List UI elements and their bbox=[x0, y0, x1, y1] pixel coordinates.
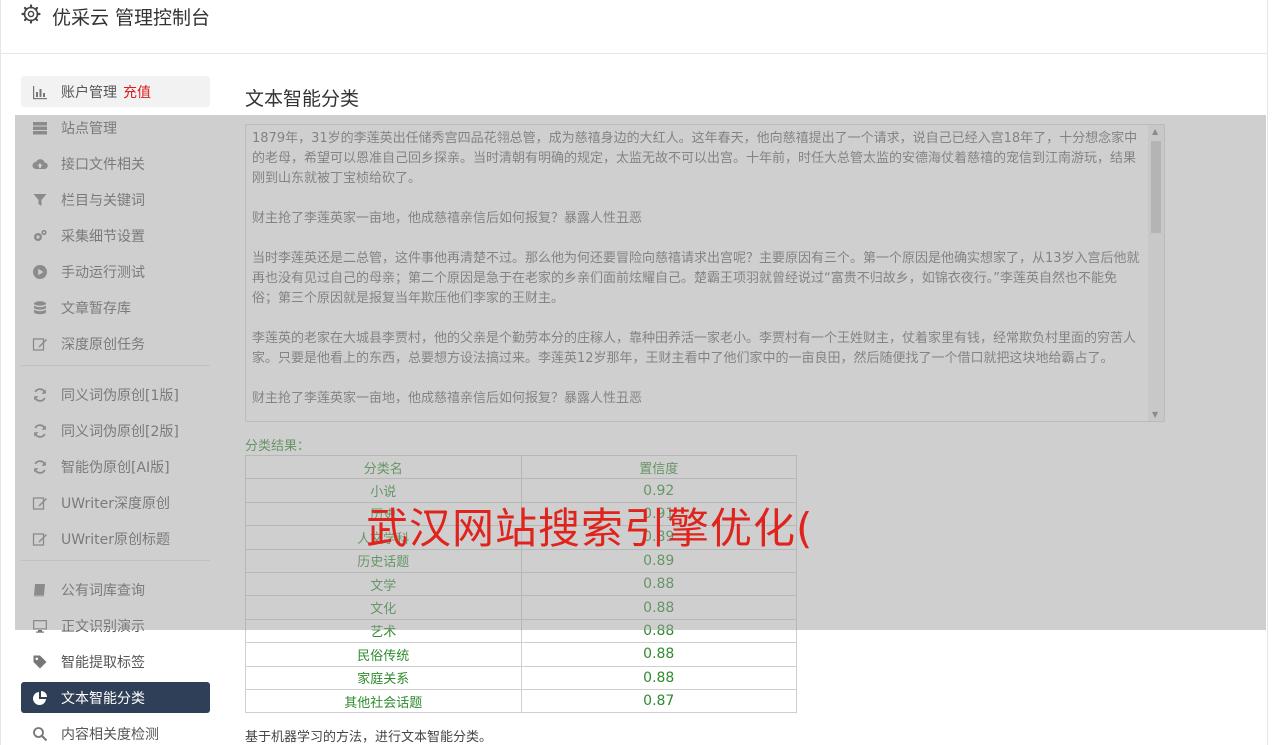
search-icon bbox=[31, 725, 49, 743]
filter-icon bbox=[31, 191, 49, 209]
sidebar-item-5[interactable]: 采集细节设置 bbox=[21, 220, 210, 251]
result-label: 分类结果： bbox=[245, 439, 311, 454]
article-paragraph: 当时李莲英还是二总管，这件事他再清楚不过。那么他为何还要冒险向慈禧请求出宫呢？主… bbox=[252, 251, 1140, 306]
method-note: 基于机器学习的方法，进行文本智能分类。 bbox=[245, 730, 493, 745]
sidebar-item-8[interactable]: 深度原创任务 bbox=[21, 328, 210, 359]
category-cell: 文化 bbox=[245, 595, 522, 620]
sidebar-item-11[interactable]: 智能伪原创[AI版] bbox=[21, 451, 210, 482]
sidebar-item-2[interactable]: 站点管理 bbox=[21, 112, 210, 143]
refresh-icon bbox=[31, 458, 49, 476]
table-row: 家庭关系 0.88 bbox=[245, 665, 797, 690]
table-row: 其他社会话题 0.87 bbox=[245, 688, 797, 714]
article-paragraph: 财主抢了李莲英家一亩地，他成慈禧亲信后如何报复？暴露人性丑恶 bbox=[252, 391, 643, 406]
sidebar-item-label: UWriter原创标题 bbox=[61, 531, 170, 548]
scrollbar-thumb[interactable] bbox=[1151, 141, 1161, 233]
console-title: 优采云 管理控制台 bbox=[52, 7, 211, 29]
sidebar-item-label: 采集细节设置 bbox=[61, 228, 145, 245]
database-icon bbox=[31, 299, 49, 317]
refresh-icon bbox=[31, 422, 49, 440]
sidebar-item-label: 站点管理 bbox=[61, 120, 117, 137]
article-text: 1879年，31岁的李莲英出任储秀宫四品花翎总管，成为慈禧身边的大红人。这年春天… bbox=[252, 129, 1142, 421]
confidence-cell: 0.88 bbox=[520, 642, 797, 667]
sidebar-divider bbox=[21, 365, 210, 366]
sidebar-item-label: 文章暂存库 bbox=[61, 300, 131, 317]
article-paragraph: 1879年，31岁的李莲英出任储秀宫四品花翎总管，成为慈禧身边的大红人。这年春天… bbox=[252, 131, 1138, 186]
confidence-cell: 0.88 bbox=[520, 571, 797, 597]
article-paragraph: 李莲英的老家在大城县李贾村，他的父亲是个勤劳本分的庄稼人，靠种田养活一家老小。李… bbox=[252, 331, 1137, 366]
watermark-text: 武汉网站搜索引擎优化( bbox=[366, 504, 814, 553]
refresh-icon bbox=[31, 386, 49, 404]
sidebar-item-label: 栏目与关键词 bbox=[61, 192, 145, 209]
category-cell: 其他社会话题 bbox=[245, 688, 522, 714]
category-cell: 民俗传统 bbox=[245, 642, 522, 667]
recharge-link[interactable]: 充值 bbox=[123, 82, 151, 102]
server-icon bbox=[31, 119, 49, 137]
table-row: 文学 0.88 bbox=[245, 571, 797, 597]
sidebar-item-label: 同义词伪原创[1版] bbox=[61, 387, 179, 404]
column-header-category: 分类名 bbox=[245, 454, 522, 480]
sidebar-item-label: 公有词库查询 bbox=[61, 582, 145, 599]
bar-chart-icon bbox=[31, 83, 49, 101]
sidebar-divider bbox=[21, 560, 210, 561]
sidebar-item-label: 手动运行测试 bbox=[61, 264, 145, 281]
sidebar-item-1[interactable]: 账户管理 充值 bbox=[21, 76, 210, 107]
category-cell: 家庭关系 bbox=[245, 665, 522, 690]
category-cell: 艺术 bbox=[245, 618, 522, 644]
sidebar-item-18[interactable]: 内容相关度检测 bbox=[21, 718, 210, 745]
confidence-cell: 0.88 bbox=[520, 618, 797, 644]
sidebar-item-17[interactable]: 文本智能分类 bbox=[21, 682, 210, 713]
table-row: 文化 0.88 bbox=[245, 595, 797, 620]
sidebar-item-7[interactable]: 文章暂存库 bbox=[21, 292, 210, 323]
sidebar-item-label: 账户管理 bbox=[61, 84, 117, 101]
sidebar-item-12[interactable]: UWriter深度原创 bbox=[21, 487, 210, 518]
sidebar-item-label: 智能提取标签 bbox=[61, 654, 145, 671]
category-cell: 文学 bbox=[245, 571, 522, 597]
sidebar-item-15[interactable]: 正文识别演示 bbox=[21, 610, 210, 641]
pie-chart-icon bbox=[31, 689, 49, 707]
textarea-scrollbar[interactable]: ▲ ▼ bbox=[1148, 125, 1164, 421]
table-row: 艺术 0.88 bbox=[245, 618, 797, 644]
book-icon bbox=[31, 581, 49, 599]
sidebar-item-label: 接口文件相关 bbox=[61, 156, 145, 173]
confidence-cell: 0.87 bbox=[520, 688, 797, 714]
sidebar-item-label: 智能伪原创[AI版] bbox=[61, 459, 170, 476]
sidebar-item-label: 深度原创任务 bbox=[61, 336, 145, 353]
tag-icon bbox=[31, 653, 49, 671]
sidebar-item-label: 同义词伪原创[2版] bbox=[61, 423, 179, 440]
sidebar-item-9[interactable]: 同义词伪原创[1版] bbox=[21, 379, 210, 410]
sidebar-item-10[interactable]: 同义词伪原创[2版] bbox=[21, 415, 210, 446]
cloud-upload-icon bbox=[31, 155, 49, 173]
sidebar-item-13[interactable]: UWriter原创标题 bbox=[21, 523, 210, 554]
header: 优采云 管理控制台 bbox=[1, 0, 1267, 54]
page-title: 文本智能分类 bbox=[245, 88, 360, 110]
article-paragraph: 财主抢了李莲英家一亩地，他成慈禧亲信后如何报复？暴露人性丑恶 bbox=[252, 211, 643, 226]
scroll-up-icon[interactable]: ▲ bbox=[1152, 127, 1158, 136]
main-content: 文本智能分类 1879年，31岁的李莲英出任储秀宫四品花翎总管，成为慈禧身边的大… bbox=[245, 84, 1165, 745]
edit-icon bbox=[31, 494, 49, 512]
play-circle-icon bbox=[31, 263, 49, 281]
article-textarea[interactable]: 1879年，31岁的李莲英出任储秀宫四品花翎总管，成为慈禧身边的大红人。这年春天… bbox=[245, 124, 1165, 422]
scroll-down-icon[interactable]: ▼ bbox=[1152, 410, 1158, 419]
edit-icon bbox=[31, 530, 49, 548]
sidebar-item-6[interactable]: 手动运行测试 bbox=[21, 256, 210, 287]
sidebar-item-label: UWriter深度原创 bbox=[61, 495, 170, 512]
sidebar-item-label: 文本智能分类 bbox=[61, 690, 145, 707]
gear-icon[interactable] bbox=[21, 4, 41, 24]
sidebar-item-3[interactable]: 接口文件相关 bbox=[21, 148, 210, 179]
monitor-icon bbox=[31, 617, 49, 635]
table-header-row: 分类名 置信度 bbox=[245, 454, 797, 480]
sidebar-item-4[interactable]: 栏目与关键词 bbox=[21, 184, 210, 215]
sidebar-item-label: 正文识别演示 bbox=[61, 618, 145, 635]
sidebar-item-14[interactable]: 公有词库查询 bbox=[21, 574, 210, 605]
confidence-cell: 0.88 bbox=[520, 595, 797, 620]
column-header-confidence: 置信度 bbox=[520, 454, 797, 480]
sidebar-item-16[interactable]: 智能提取标签 bbox=[21, 646, 210, 677]
cogs-icon bbox=[31, 227, 49, 245]
edit-icon bbox=[31, 335, 49, 353]
confidence-cell: 0.88 bbox=[520, 665, 797, 690]
sidebar-item-label: 内容相关度检测 bbox=[61, 726, 159, 743]
classification-table: 分类名 置信度 小说 0.92 历史 0.91 人文学科 0.89 历史话题 0.89 文学 0.… bbox=[245, 454, 797, 714]
table-row: 民俗传统 0.88 bbox=[245, 642, 797, 667]
sidebar: 账户管理 充值站点管理接口文件相关 栏目与关键词 采集细节设置 手动运行测试 文章暂存库深… bbox=[21, 76, 210, 745]
